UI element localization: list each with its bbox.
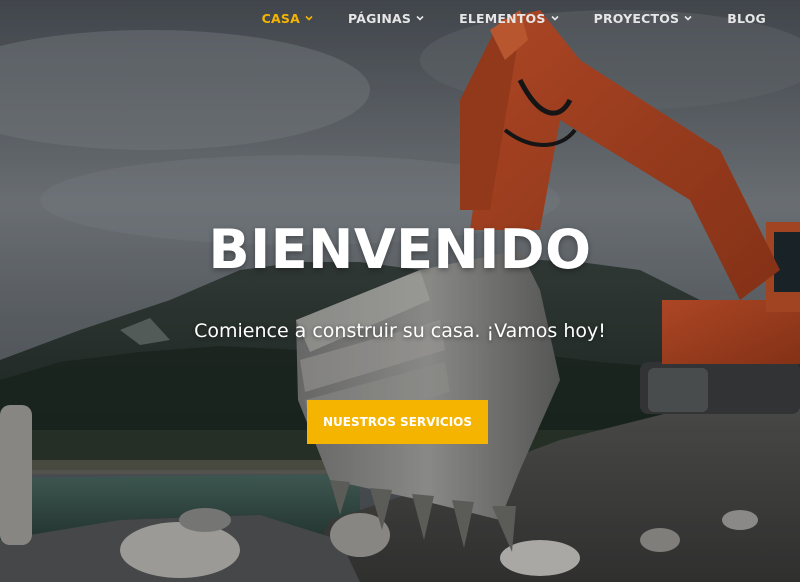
hero-background-image <box>0 0 800 582</box>
hero-title: BIENVENIDO <box>208 218 592 281</box>
nav-item-blog[interactable]: BLOG <box>727 11 766 26</box>
chevron-down-icon <box>305 15 313 21</box>
chevron-down-icon <box>684 15 692 21</box>
chevron-down-icon <box>551 15 559 21</box>
nav-item-casa[interactable]: CASA <box>262 11 314 26</box>
main-nav: CASA PÁGINAS ELEMENTOS PROYECTOS BLOG <box>228 0 800 36</box>
chevron-down-icon <box>416 15 424 21</box>
nav-item-label: PROYECTOS <box>593 10 680 26</box>
nav-item-paginas[interactable]: PÁGINAS <box>348 11 425 26</box>
nav-item-proyectos[interactable]: PROYECTOS <box>594 11 694 26</box>
nav-item-label: BLOG <box>727 10 766 26</box>
nav-item-elementos[interactable]: ELEMENTOS <box>459 11 559 26</box>
nav-item-label: PÁGINAS <box>348 10 412 26</box>
our-services-button[interactable]: NUESTROS SERVICIOS <box>307 400 488 444</box>
nav-item-label: CASA <box>261 10 300 26</box>
hero-section: CASA PÁGINAS ELEMENTOS PROYECTOS BLOG BI… <box>0 0 800 582</box>
hero-subtitle: Comience a construir su casa. ¡Vamos hoy… <box>194 320 606 342</box>
nav-item-label: ELEMENTOS <box>459 10 546 26</box>
